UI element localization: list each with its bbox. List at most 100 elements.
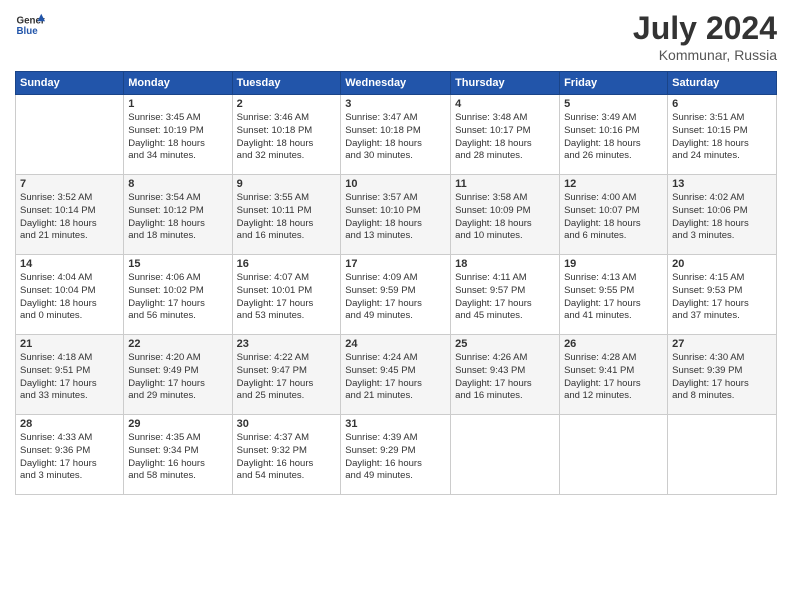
day-number: 30 [237, 418, 337, 430]
day-info: Sunrise: 3:54 AMSunset: 10:12 PMDaylight… [128, 192, 227, 243]
day-number: 17 [345, 258, 446, 270]
col-header-saturday: Saturday [668, 72, 777, 95]
day-cell: 20 Sunrise: 4:15 AMSunset: 9:53 PMDayligh… [668, 255, 777, 335]
day-cell: 21Sunrise: 4:18 AMSunset: 9:51 PMDayligh… [16, 335, 124, 415]
day-number: 22 [128, 338, 227, 350]
day-info: Sunrise: 4:33 AMSunset: 9:36 PMDaylight:… [20, 432, 119, 483]
day-info: Sunrise: 3:52 AMSunset: 10:14 PMDaylight… [20, 192, 119, 243]
day-info: Sunrise: 4:02 AMSunset: 10:06 PMDaylight… [672, 192, 772, 243]
day-info: Sunrise: 4:06 AMSunset: 10:02 PMDaylight… [128, 272, 227, 323]
day-number: 8 [128, 178, 227, 190]
day-number: 28 [20, 418, 119, 430]
day-cell: 8 Sunrise: 3:54 AMSunset: 10:12 PMDayligh… [124, 175, 232, 255]
day-number: 6 [672, 98, 772, 110]
day-cell: 25 Sunrise: 4:26 AMSunset: 9:43 PMDayligh… [451, 335, 560, 415]
day-info: Sunrise: 4:15 AMSunset: 9:53 PMDaylight:… [672, 272, 772, 323]
day-cell [451, 415, 560, 495]
calendar-table: SundayMondayTuesdayWednesdayThursdayFrid… [15, 71, 777, 495]
day-info: Sunrise: 3:51 AMSunset: 10:15 PMDaylight… [672, 112, 772, 163]
day-info: Sunrise: 4:20 AMSunset: 9:49 PMDaylight:… [128, 352, 227, 403]
week-row-2: 7 Sunrise: 3:52 AMSunset: 10:14 PMDayligh… [16, 175, 777, 255]
day-info: Sunrise: 4:26 AMSunset: 9:43 PMDaylight:… [455, 352, 555, 403]
day-cell: 19 Sunrise: 4:13 AMSunset: 9:55 PMDayligh… [560, 255, 668, 335]
day-number: 10 [345, 178, 446, 190]
day-cell: 23Sunrise: 4:22 AMSunset: 9:47 PMDayligh… [232, 335, 341, 415]
svg-text:Blue: Blue [17, 26, 39, 37]
day-info: Sunrise: 4:37 AMSunset: 9:32 PMDaylight:… [237, 432, 337, 483]
week-row-3: 14 Sunrise: 4:04 AMSunset: 10:04 PMDaylig… [16, 255, 777, 335]
day-info: Sunrise: 4:13 AMSunset: 9:55 PMDaylight:… [564, 272, 663, 323]
col-header-friday: Friday [560, 72, 668, 95]
calendar-header-row: SundayMondayTuesdayWednesdayThursdayFrid… [16, 72, 777, 95]
col-header-tuesday: Tuesday [232, 72, 341, 95]
col-header-sunday: Sunday [16, 72, 124, 95]
day-info: Sunrise: 4:09 AMSunset: 9:59 PMDaylight:… [345, 272, 446, 323]
day-number: 26 [564, 338, 663, 350]
week-row-4: 21Sunrise: 4:18 AMSunset: 9:51 PMDayligh… [16, 335, 777, 415]
day-number: 11 [455, 178, 555, 190]
day-number: 7 [20, 178, 119, 190]
day-number: 25 [455, 338, 555, 350]
day-info: Sunrise: 4:28 AMSunset: 9:41 PMDaylight:… [564, 352, 663, 403]
day-info: Sunrise: 3:55 AMSunset: 10:11 PMDaylight… [237, 192, 337, 243]
day-cell: 31Sunrise: 4:39 AMSunset: 9:29 PMDayligh… [341, 415, 451, 495]
week-row-5: 28 Sunrise: 4:33 AMSunset: 9:36 PMDayligh… [16, 415, 777, 495]
week-row-1: 1 Sunrise: 3:45 AMSunset: 10:19 PMDayligh… [16, 95, 777, 175]
day-info: Sunrise: 4:07 AMSunset: 10:01 PMDaylight… [237, 272, 337, 323]
day-info: Sunrise: 4:30 AMSunset: 9:39 PMDaylight:… [672, 352, 772, 403]
day-cell: 28 Sunrise: 4:33 AMSunset: 9:36 PMDayligh… [16, 415, 124, 495]
day-cell: 7 Sunrise: 3:52 AMSunset: 10:14 PMDayligh… [16, 175, 124, 255]
logo-icon: General Blue [15, 10, 45, 40]
day-info: Sunrise: 3:47 AMSunset: 10:18 PMDaylight… [345, 112, 446, 163]
day-number: 2 [237, 98, 337, 110]
day-info: Sunrise: 4:00 AMSunset: 10:07 PMDaylight… [564, 192, 663, 243]
day-number: 12 [564, 178, 663, 190]
day-cell: 3Sunrise: 3:47 AMSunset: 10:18 PMDayligh… [341, 95, 451, 175]
day-info: Sunrise: 4:35 AMSunset: 9:34 PMDaylight:… [128, 432, 227, 483]
col-header-thursday: Thursday [451, 72, 560, 95]
day-number: 19 [564, 258, 663, 270]
day-info: Sunrise: 4:39 AMSunset: 9:29 PMDaylight:… [345, 432, 446, 483]
day-info: Sunrise: 4:04 AMSunset: 10:04 PMDaylight… [20, 272, 119, 323]
day-number: 5 [564, 98, 663, 110]
day-info: Sunrise: 3:58 AMSunset: 10:09 PMDaylight… [455, 192, 555, 243]
day-cell: 27Sunrise: 4:30 AMSunset: 9:39 PMDayligh… [668, 335, 777, 415]
day-cell: 2 Sunrise: 3:46 AMSunset: 10:18 PMDayligh… [232, 95, 341, 175]
day-cell: 12 Sunrise: 4:00 AMSunset: 10:07 PMDaylig… [560, 175, 668, 255]
day-info: Sunrise: 3:45 AMSunset: 10:19 PMDaylight… [128, 112, 227, 163]
day-info: Sunrise: 4:22 AMSunset: 9:47 PMDaylight:… [237, 352, 337, 403]
day-cell: 4 Sunrise: 3:48 AMSunset: 10:17 PMDayligh… [451, 95, 560, 175]
day-number: 15 [128, 258, 227, 270]
day-cell: 24 Sunrise: 4:24 AMSunset: 9:45 PMDayligh… [341, 335, 451, 415]
day-number: 1 [128, 98, 227, 110]
page-header: General Blue July 2024 Kommunar, Russia [15, 10, 777, 63]
day-number: 4 [455, 98, 555, 110]
day-cell [668, 415, 777, 495]
day-cell [560, 415, 668, 495]
month-year: July 2024 [633, 10, 777, 47]
day-number: 18 [455, 258, 555, 270]
day-cell: 5 Sunrise: 3:49 AMSunset: 10:16 PMDayligh… [560, 95, 668, 175]
day-cell [16, 95, 124, 175]
day-number: 16 [237, 258, 337, 270]
day-cell: 26 Sunrise: 4:28 AMSunset: 9:41 PMDayligh… [560, 335, 668, 415]
day-info: Sunrise: 3:57 AMSunset: 10:10 PMDaylight… [345, 192, 446, 243]
day-cell: 15 Sunrise: 4:06 AMSunset: 10:02 PMDaylig… [124, 255, 232, 335]
day-number: 20 [672, 258, 772, 270]
day-cell: 22 Sunrise: 4:20 AMSunset: 9:49 PMDayligh… [124, 335, 232, 415]
day-info: Sunrise: 3:48 AMSunset: 10:17 PMDaylight… [455, 112, 555, 163]
day-info: Sunrise: 4:24 AMSunset: 9:45 PMDaylight:… [345, 352, 446, 403]
day-info: Sunrise: 4:11 AMSunset: 9:57 PMDaylight:… [455, 272, 555, 323]
logo: General Blue [15, 10, 45, 40]
day-number: 29 [128, 418, 227, 430]
day-info: Sunrise: 3:46 AMSunset: 10:18 PMDaylight… [237, 112, 337, 163]
location: Kommunar, Russia [633, 47, 777, 63]
col-header-wednesday: Wednesday [341, 72, 451, 95]
day-number: 9 [237, 178, 337, 190]
day-info: Sunrise: 3:49 AMSunset: 10:16 PMDaylight… [564, 112, 663, 163]
day-number: 14 [20, 258, 119, 270]
day-cell: 17 Sunrise: 4:09 AMSunset: 9:59 PMDayligh… [341, 255, 451, 335]
title-block: July 2024 Kommunar, Russia [633, 10, 777, 63]
col-header-monday: Monday [124, 72, 232, 95]
day-number: 24 [345, 338, 446, 350]
